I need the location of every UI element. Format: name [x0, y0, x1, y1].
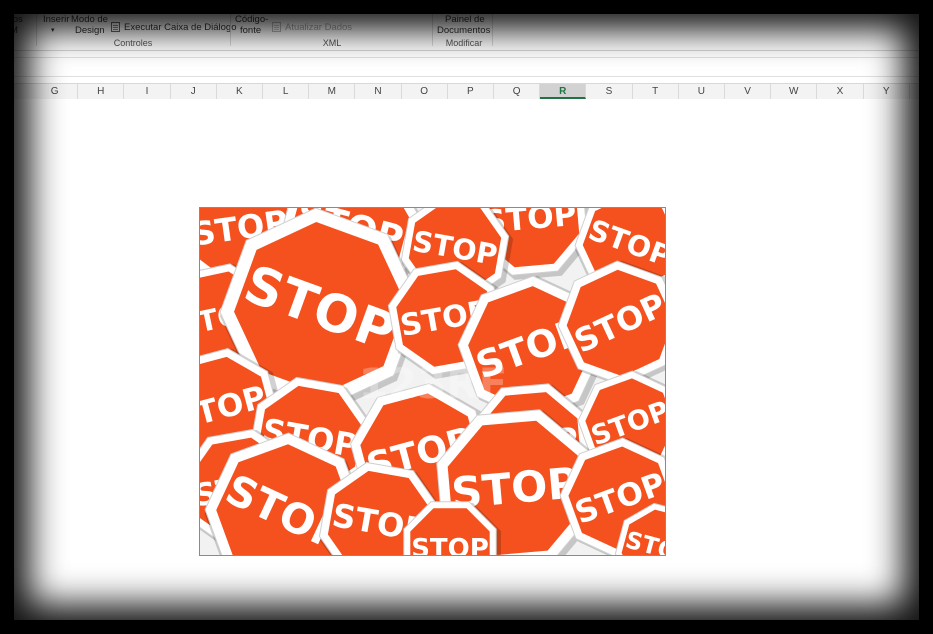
- formula-bar[interactable]: [0, 57, 933, 77]
- ribbon-separator: [230, 6, 231, 46]
- column-header-u[interactable]: U: [679, 84, 725, 99]
- column-headers: GHIJKLMNOPQRSTUVWXY: [0, 83, 933, 100]
- refresh-data-icon: [272, 22, 281, 32]
- stop-signs-image: STOP STOP STOPSTOPSTOPSTOPSTOPSTOPSTOPSTOP…: [200, 208, 665, 556]
- ribbon-separator: [36, 6, 37, 46]
- modify-group-label: Modificar: [445, 38, 483, 48]
- column-header-j[interactable]: J: [171, 84, 217, 99]
- document-panel-button[interactable]: Painel de: [445, 14, 485, 25]
- column-header-t[interactable]: T: [633, 84, 679, 99]
- column-header-k[interactable]: K: [217, 84, 263, 99]
- column-header-p[interactable]: P: [448, 84, 494, 99]
- partial-button-label[interactable]: itos: [8, 14, 23, 25]
- column-header-q[interactable]: Q: [494, 84, 541, 99]
- stop-signs-picture[interactable]: STOP STOP STOP STOP STOP STOP STOP STOP STOP STOP…: [199, 207, 666, 556]
- column-header-h[interactable]: H: [78, 84, 125, 99]
- column-header-o[interactable]: O: [402, 84, 448, 99]
- refresh-data-button[interactable]: Atualizar Dados: [285, 22, 352, 33]
- column-header-v[interactable]: V: [725, 84, 772, 99]
- run-dialog-icon: [111, 22, 120, 32]
- column-header-i[interactable]: I: [124, 84, 171, 99]
- column-header-g[interactable]: G: [32, 84, 79, 99]
- ribbon: itos M Inserir ▾ Modo de Design ▪▪ ▪▪▪▪ …: [0, 0, 933, 51]
- column-header-y[interactable]: Y: [864, 84, 910, 99]
- source-code-button-line2[interactable]: fonte: [240, 25, 261, 36]
- column-header-n[interactable]: N: [355, 84, 402, 99]
- column-header-l[interactable]: L: [263, 84, 310, 99]
- source-code-button[interactable]: Código-: [235, 14, 268, 25]
- column-header-w[interactable]: W: [771, 84, 818, 99]
- column-header-r[interactable]: R: [540, 84, 587, 99]
- controls-group-label: Controles: [113, 38, 153, 48]
- column-header-m[interactable]: M: [309, 84, 356, 99]
- design-mode-button-line2[interactable]: Design: [75, 25, 105, 36]
- watermark-text: 123RF: [359, 359, 508, 408]
- column-header-x[interactable]: X: [817, 84, 864, 99]
- faded-xml-item[interactable]: ▪▪ ▪▪▪▪▪▪▪ ▪▪ ▪▪▪▪▪▪▪▪ ▪▪ ▪▪▪▪▪: [272, 6, 357, 15]
- faded-properties-item[interactable]: ▪▪ ▪▪▪▪ ▪▪▪▪▪: [112, 3, 148, 12]
- xml-group-label: XML: [322, 38, 342, 48]
- excel-window: itos M Inserir ▾ Modo de Design ▪▪ ▪▪▪▪ …: [0, 0, 933, 634]
- document-panel-button-line2[interactable]: Documentos: [437, 25, 490, 36]
- ribbon-separator: [432, 6, 433, 46]
- insert-control-button[interactable]: Inserir: [43, 14, 69, 25]
- ribbon-separator: [492, 6, 493, 46]
- partial-button-label-2[interactable]: M: [10, 25, 18, 36]
- stop-sign-text: STOP: [411, 534, 489, 556]
- run-dialog-button[interactable]: Executar Caixa de Diálogo: [124, 22, 236, 33]
- insert-dropdown-caret-icon[interactable]: ▾: [51, 25, 55, 36]
- design-mode-button[interactable]: Modo de: [71, 14, 108, 25]
- column-header-s[interactable]: S: [586, 84, 633, 99]
